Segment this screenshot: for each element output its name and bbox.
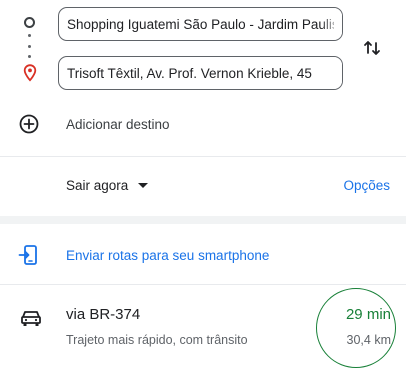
destination-input[interactable]	[67, 65, 334, 81]
add-destination-button[interactable]: Adicionar destino	[18, 110, 338, 138]
route-distance: 30,4 km	[346, 333, 391, 347]
route-name[interactable]: via BR-374	[66, 306, 140, 323]
dots-connector-icon	[28, 34, 31, 58]
origin-input[interactable]	[67, 16, 334, 32]
depart-time-dropdown[interactable]: Sair agora	[66, 178, 149, 193]
section-separator	[0, 216, 406, 224]
location-pin-icon	[23, 64, 37, 82]
car-icon	[21, 311, 41, 326]
divider	[0, 284, 406, 285]
add-circle-icon	[19, 114, 39, 134]
add-destination-label: Adicionar destino	[66, 116, 170, 132]
send-to-phone-label: Enviar rotas para seu smartphone	[66, 247, 270, 263]
origin-circle-icon	[24, 17, 35, 28]
route-time-highlight	[316, 288, 396, 368]
destination-field[interactable]	[58, 56, 343, 90]
dropdown-caret-icon	[138, 183, 149, 188]
options-button[interactable]: Opções	[343, 178, 390, 193]
route-time: 29 min	[345, 306, 391, 323]
phone-send-icon	[18, 245, 37, 265]
swap-icon	[364, 41, 380, 55]
send-to-phone-button[interactable]: Enviar rotas para seu smartphone	[18, 244, 269, 266]
origin-field[interactable]	[58, 7, 343, 41]
route-description: Trajeto mais rápido, com trânsito	[66, 333, 248, 347]
swap-button[interactable]	[358, 34, 386, 62]
divider	[0, 156, 406, 157]
depart-label: Sair agora	[66, 178, 129, 193]
